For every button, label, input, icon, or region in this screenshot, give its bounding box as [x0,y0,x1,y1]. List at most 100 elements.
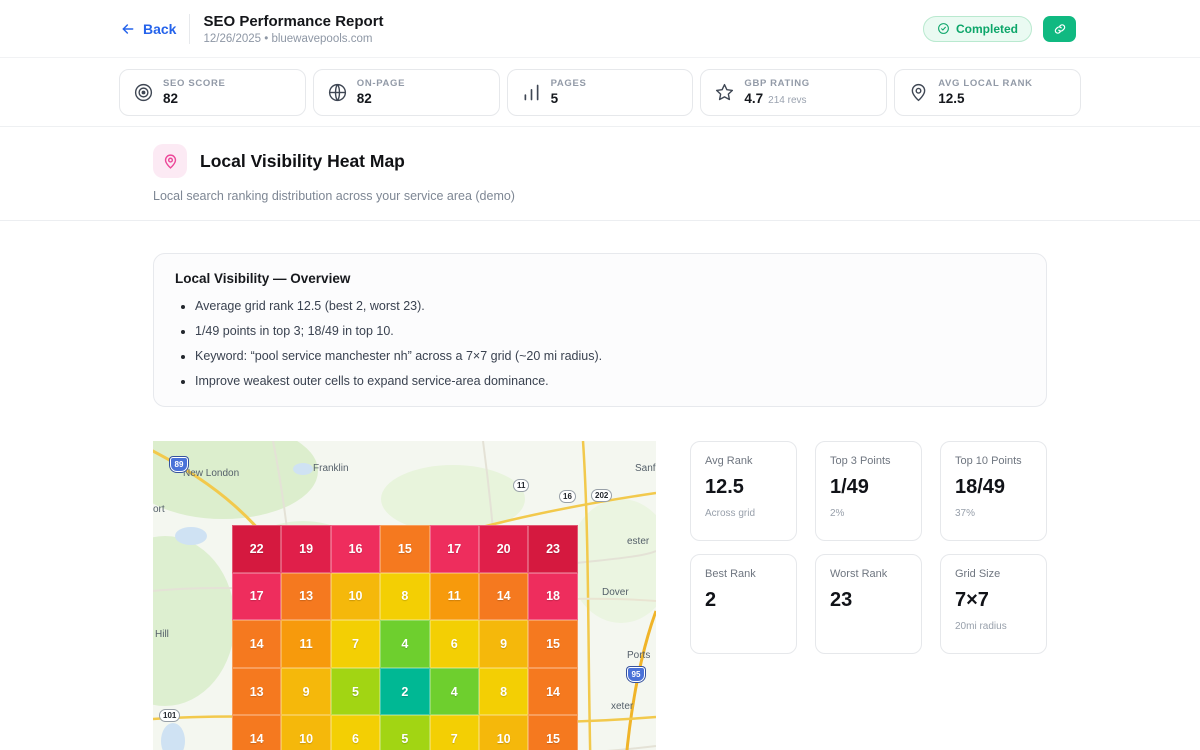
overview-bullet: Keyword: “pool service manchester nh” ac… [195,349,1025,363]
stat-card-on-page: ON-PAGE82 [313,69,500,116]
map-pin-icon [153,144,187,178]
metric-card-grid-size: Grid Size 7×7 20mi radius [940,554,1047,654]
metric-value: 12.5 [705,476,782,499]
metric-value: 2 [705,589,782,612]
target-icon [133,82,154,103]
heatmap-cell: 7 [331,620,380,668]
section-subtitle: Local search ranking distribution across… [153,189,1047,203]
heatmap-cell: 11 [281,620,330,668]
stat-value-row: 5 [551,91,587,106]
map-label-sanf: Sanf [635,463,656,474]
heatmap-cell: 13 [281,573,330,621]
overview-bullets: Average grid rank 12.5 (best 2, worst 23… [175,299,1025,388]
road-badge-89: 89 [170,457,188,472]
map-label-dover: Dover [602,587,629,598]
heatmap-cell: 6 [430,620,479,668]
stat-text: GBP RATING4.7214 revs [744,78,809,106]
main-content: Local Visibility Heat Map Local search r… [0,127,1200,203]
map-label-new-london: New London [183,468,239,479]
metric-card-top-10-points: Top 10 Points18/4937% [940,441,1047,541]
overview-bullet: 1/49 points in top 3; 18/49 in top 10. [195,324,1025,338]
stat-text: ON-PAGE82 [357,78,405,106]
map-label-franklin: Franklin [313,463,349,474]
heatmap-cell: 10 [281,715,330,750]
overview-bullet: Average grid rank 12.5 (best 2, worst 23… [195,299,1025,313]
heatmap-cell: 19 [281,525,330,573]
content-row: New LondonFranklinSanfesterDoverPortsxet… [153,441,1047,750]
metric-label: Grid Size [955,568,1032,580]
heatmap-cell: 5 [331,668,380,716]
stat-text: AVG LOCAL RANK12.5 [938,78,1032,106]
road-badge-95: 95 [627,667,645,682]
bar-chart-icon [521,82,542,103]
metric-label: Worst Rank [830,568,907,580]
metric-value: 1/49 [830,476,907,499]
status-label: Completed [956,22,1018,36]
stat-card-avg-local-rank: AVG LOCAL RANK12.5 [894,69,1081,116]
stat-value: 82 [163,91,178,106]
status-badge: Completed [923,16,1032,42]
stats-bar: SEO SCORE 82 ON-PAGE82 PAGES5 GBP RATING4.72… [0,58,1200,127]
arrow-left-icon [120,21,136,37]
stat-text: PAGES5 [551,78,587,106]
map-container[interactable]: New LondonFranklinSanfesterDoverPortsxet… [153,441,656,750]
report-title-block: SEO Performance Report 12/26/2025 • blue… [203,13,383,45]
metric-label: Top 3 Points [830,455,907,467]
stat-card-gbp-rating: GBP RATING4.7214 revs [700,69,887,116]
heatmap-cell: 4 [430,668,479,716]
metric-value: 23 [830,589,907,612]
share-link-button[interactable] [1043,16,1076,42]
metric-label: Avg Rank [705,455,782,467]
metric-sub: Across grid [705,508,782,519]
heatmap-cell: 4 [380,620,429,668]
link-icon [1053,22,1067,36]
metric-sub: 37% [955,508,1032,519]
heatmap-cell: 22 [232,525,281,573]
back-button[interactable]: Back [120,21,176,37]
stat-value: 4.7 [744,91,763,106]
star-icon [714,82,735,103]
heatmap-grid: 2219161517202317131081114181411746915139… [232,525,578,750]
heatmap-cell: 20 [479,525,528,573]
heatmap-cell: 15 [528,620,577,668]
metric-card-top-3-points: Top 3 Points1/492% [815,441,922,541]
metric-card-worst-rank: Worst Rank 23 [815,554,922,654]
heatmap-cell: 13 [232,668,281,716]
stat-card-pages: PAGES5 [507,69,694,116]
stat-label: AVG LOCAL RANK [938,78,1032,89]
overview-card: Local Visibility — Overview Average grid… [153,253,1047,407]
heatmap-cell: 14 [232,715,281,750]
heatmap-cell: 17 [232,573,281,621]
road-badge-16: 16 [559,490,576,503]
metric-card-best-rank: Best Rank 2 [690,554,797,654]
stat-text: SEO SCORE 82 [163,78,225,106]
section-divider [0,220,1200,221]
heatmap-cell: 14 [528,668,577,716]
heatmap-cell: 11 [430,573,479,621]
heatmap-cell: 18 [528,573,577,621]
pin-icon [908,82,929,103]
heatmap-cell: 7 [430,715,479,750]
globe-icon [327,82,348,103]
heatmap-cell: 5 [380,715,429,750]
top-bar: Back SEO Performance Report 12/26/2025 •… [0,0,1200,58]
heatmap-cell: 8 [380,573,429,621]
stat-label: SEO SCORE [163,78,225,89]
back-label: Back [143,21,176,37]
page-title: SEO Performance Report [203,13,383,30]
heatmap-cell: 8 [479,668,528,716]
section-title: Local Visibility Heat Map [200,151,405,172]
heatmap-cell: 10 [331,573,380,621]
stat-value-row: 4.7214 revs [744,91,809,106]
top-bar-right: Completed [923,16,1076,42]
metric-sub: 20mi radius [955,621,1032,632]
road-badge-101: 101 [159,709,180,722]
seo-report-page: Back SEO Performance Report 12/26/2025 •… [0,0,1200,750]
heatmap-cell: 14 [232,620,281,668]
heatmap-cell: 15 [528,715,577,750]
metric-value: 7×7 [955,589,1032,612]
stat-card-seo-score: SEO SCORE 82 [119,69,306,116]
check-circle-icon [937,22,950,35]
metric-label: Best Rank [705,568,782,580]
metric-label: Top 10 Points [955,455,1032,467]
